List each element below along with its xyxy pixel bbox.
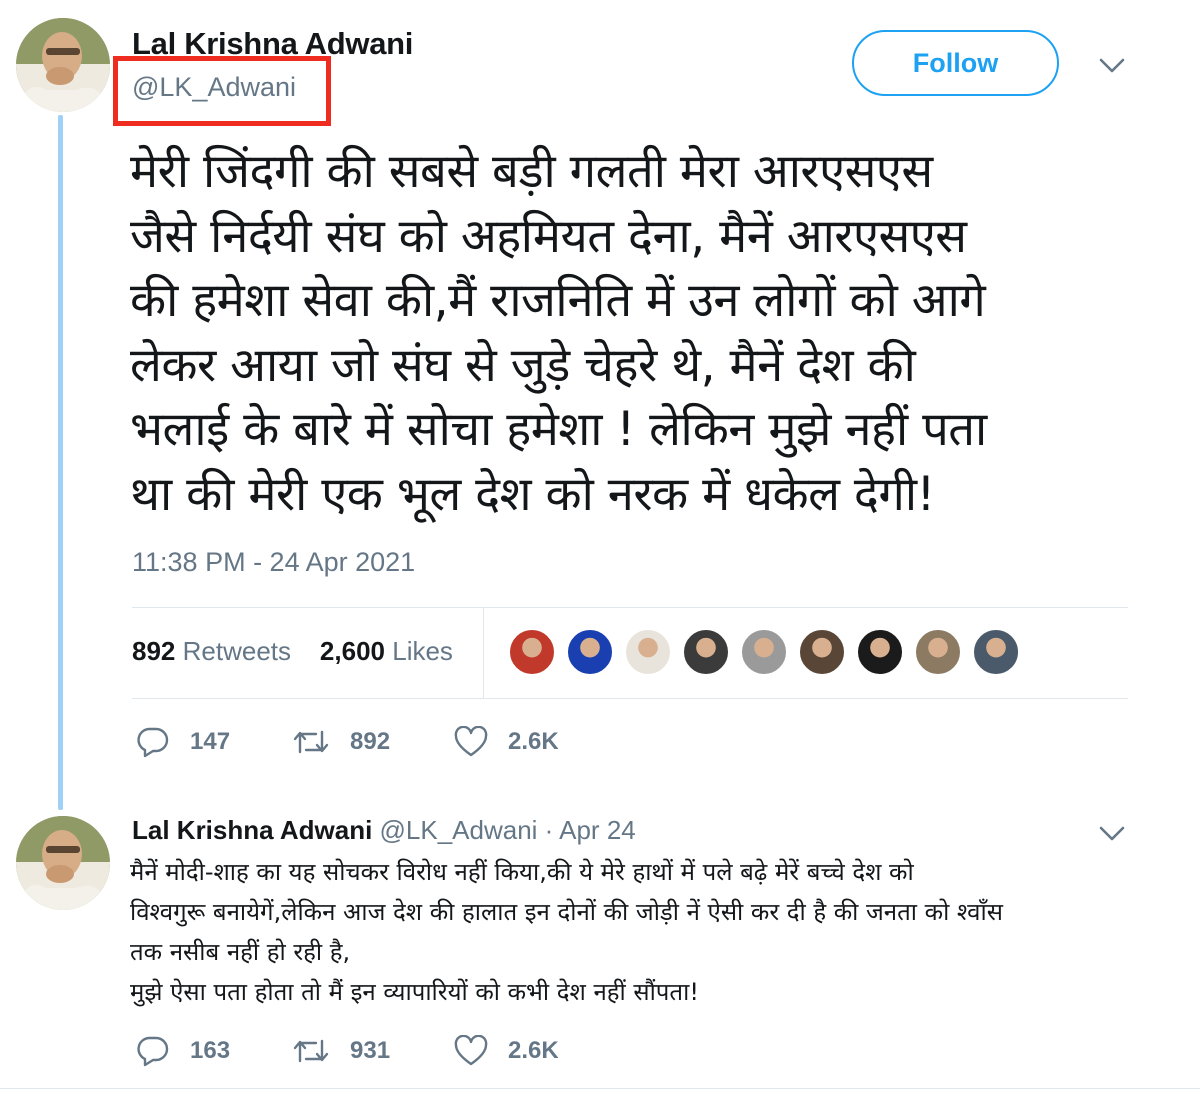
likes-label: Likes <box>392 636 453 666</box>
engagement-stats: 892 Retweets 2,600 Likes <box>132 636 453 667</box>
like-count: 2.6K <box>508 728 559 755</box>
reply-icon <box>137 727 169 758</box>
follow-button[interactable]: Follow <box>852 30 1059 96</box>
liker-avatar[interactable] <box>914 628 962 676</box>
like-count: 2.6K <box>508 1037 559 1064</box>
retweets-count: 892 <box>132 636 176 666</box>
highlight-box <box>113 56 331 126</box>
author-avatar[interactable] <box>16 18 110 112</box>
divider <box>132 698 1128 699</box>
reply-author-name[interactable]: Lal Krishna Adwani <box>132 815 372 845</box>
retweets-label: Retweets <box>182 636 292 666</box>
chevron-down-icon[interactable] <box>1098 820 1126 848</box>
reply-count: 147 <box>190 728 231 755</box>
like-action[interactable]: 2.6K <box>454 726 559 758</box>
reply-action[interactable]: 163 <box>136 1035 230 1067</box>
divider <box>132 607 1128 608</box>
liker-avatar[interactable] <box>566 628 614 676</box>
retweet-icon <box>293 1039 329 1063</box>
liker-avatar[interactable] <box>740 628 788 676</box>
retweet-count: 892 <box>350 728 391 755</box>
avatar-image <box>16 18 110 112</box>
reply-count: 163 <box>190 1037 231 1064</box>
stats-divider <box>483 608 484 698</box>
reply-meta[interactable]: @LK_Adwani · Apr 24 <box>380 815 636 845</box>
tweet-text: मेरी जिंदगी की सबसे बड़ी गलती मेरा आरएसए… <box>130 144 987 522</box>
like-icon <box>454 726 488 757</box>
reply-text: मैनें मोदी-शाह का यह सोचकर विरोध नहीं कि… <box>130 858 1003 1006</box>
thread-connector-line <box>58 115 63 810</box>
likes-count: 2,600 <box>319 636 385 666</box>
reply-author-avatar[interactable] <box>16 816 110 910</box>
liker-avatar[interactable] <box>508 628 556 676</box>
liker-avatar[interactable] <box>972 628 1020 676</box>
reply-header: Lal Krishna Adwani @LK_Adwani · Apr 24 <box>132 815 636 846</box>
chevron-down-icon[interactable] <box>1098 52 1126 80</box>
tweet-timestamp[interactable]: 11:38 PM - 24 Apr 2021 <box>132 547 415 578</box>
liker-avatar[interactable] <box>624 628 672 676</box>
retweets-stat[interactable]: 892 Retweets <box>132 636 291 666</box>
retweet-action[interactable]: 892 <box>292 726 390 758</box>
like-action[interactable]: 2.6K <box>454 1035 559 1067</box>
bottom-divider <box>0 1088 1200 1089</box>
liker-avatars <box>508 628 1030 676</box>
retweet-icon <box>293 730 329 754</box>
like-icon <box>454 1035 488 1066</box>
retweet-count: 931 <box>350 1037 391 1064</box>
reply-action[interactable]: 147 <box>136 726 230 758</box>
liker-avatar[interactable] <box>682 628 730 676</box>
liker-avatar[interactable] <box>798 628 846 676</box>
likes-stat[interactable]: 2,600 Likes <box>320 636 453 666</box>
avatar-image <box>16 816 110 910</box>
reply-icon <box>137 1036 169 1067</box>
retweet-action[interactable]: 931 <box>292 1035 390 1067</box>
liker-avatar[interactable] <box>856 628 904 676</box>
